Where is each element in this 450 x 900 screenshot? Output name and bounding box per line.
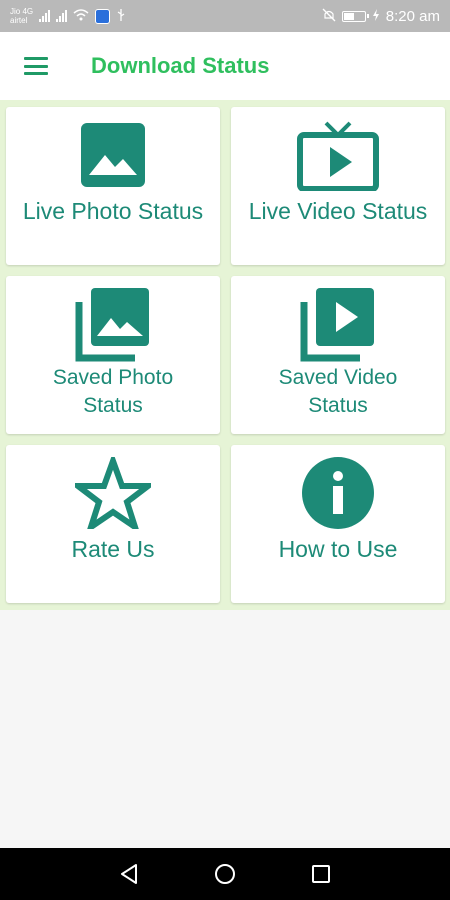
app-title: Download Status — [91, 53, 270, 78]
tile-label: Live Video Status — [248, 198, 428, 224]
wifi-icon — [73, 8, 89, 24]
status-left: Jio 4G airtel — [10, 7, 126, 25]
recents-icon[interactable] — [307, 860, 335, 888]
tile-label-line-2: Status — [83, 394, 143, 417]
app-bar: Download Status — [0, 32, 450, 101]
live-video-status-tile[interactable]: Live Video Status — [231, 107, 445, 265]
tile-label-line-1: Saved Photo — [52, 366, 174, 389]
star-icon — [75, 457, 151, 529]
signal-icon — [39, 10, 51, 22]
tile-label: Saved Video Status — [279, 364, 398, 420]
carrier-top: Jio 4G — [10, 7, 34, 16]
signal-icon-2 — [56, 10, 68, 22]
carrier-bottom: airtel — [10, 16, 28, 25]
how-to-use-tile[interactable]: How to Use — [231, 445, 445, 603]
tv-play-icon — [296, 119, 380, 191]
notification-app-icon — [95, 8, 111, 24]
live-photo-status-tile[interactable]: Live Photo Status — [6, 107, 220, 265]
video-library-icon — [300, 288, 376, 362]
tiles-grid: Live Photo Status Live Video Status Save… — [0, 100, 450, 610]
hamburger-menu-icon[interactable] — [24, 57, 48, 75]
photo-library-icon — [75, 288, 151, 362]
tile-label: Saved Photo Status — [53, 364, 173, 420]
navigation-bar — [0, 848, 450, 900]
rate-us-tile[interactable]: Rate Us — [6, 445, 220, 603]
mute-icon — [322, 8, 336, 25]
photo-icon — [79, 119, 147, 191]
carrier-info: Jio 4G airtel — [10, 7, 33, 25]
tile-label: Rate Us — [71, 536, 155, 562]
tile-label-line-2: Status — [308, 394, 368, 417]
usb-icon — [116, 8, 126, 25]
back-icon[interactable] — [115, 860, 143, 888]
charging-icon — [372, 8, 380, 24]
clock: 8:20 am — [385, 7, 440, 25]
battery-icon — [341, 10, 369, 22]
tile-label: How to Use — [278, 536, 398, 562]
saved-photo-status-tile[interactable]: Saved Photo Status — [6, 276, 220, 434]
status-bar: Jio 4G airtel 8:20 am — [0, 0, 450, 32]
saved-video-status-tile[interactable]: Saved Video Status — [231, 276, 445, 434]
home-icon[interactable] — [211, 860, 239, 888]
tile-label: Live Photo Status — [22, 198, 204, 224]
status-right: 8:20 am — [322, 8, 440, 25]
tile-label-line-1: Saved Video — [278, 366, 398, 389]
info-icon — [301, 457, 375, 529]
